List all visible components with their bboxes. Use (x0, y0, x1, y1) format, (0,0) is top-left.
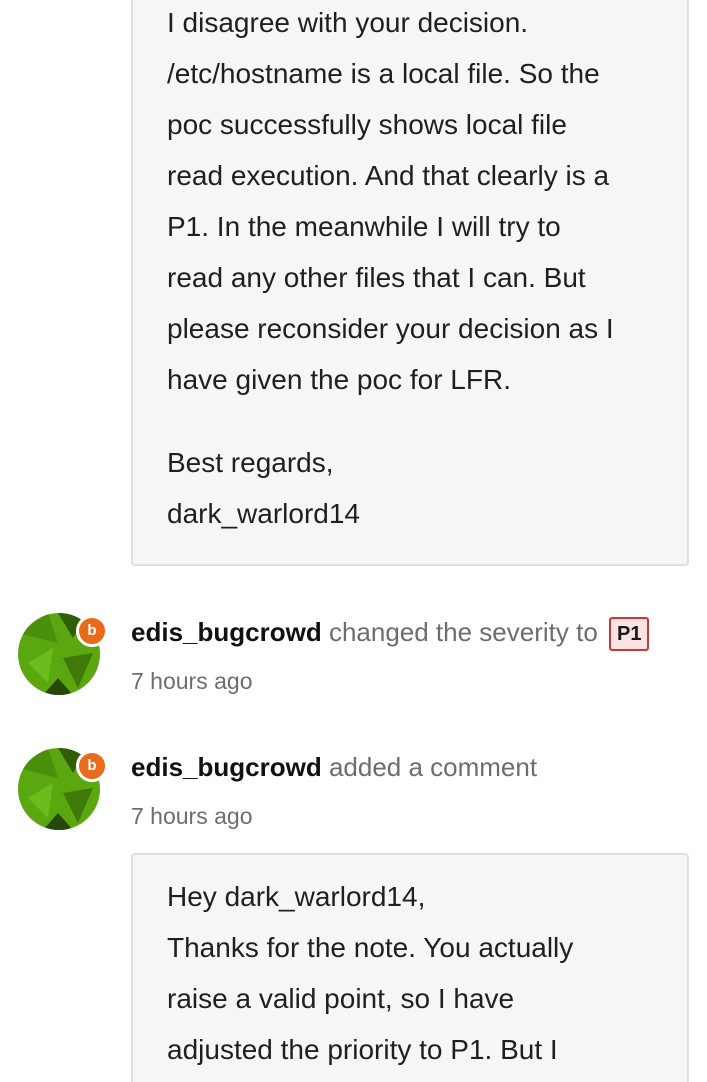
event-timestamp[interactable]: 7 hours ago (131, 803, 252, 830)
comment-line: Thanks for the note. You actually (167, 932, 574, 963)
comment-line: read execution. And that clearly is a (167, 160, 610, 191)
severity-badge: P1 (609, 617, 650, 652)
event-description: edis_bugcrowd added a comment (131, 752, 537, 783)
activity-feed: I disagree with your decision. /etc/host… (0, 0, 707, 1082)
comment-line: /etc/hostname is a local file. So the (167, 58, 600, 89)
comment-signoff: Best regards, (167, 447, 334, 478)
username-link[interactable]: edis_bugcrowd (131, 617, 322, 647)
comment-line: P1. In the meanwhile I will try to (167, 211, 561, 242)
comment-body-dark-warlord14: I disagree with your decision. /etc/host… (131, 0, 689, 566)
comment-line: Hey dark_warlord14, (167, 881, 426, 912)
bugcrowd-badge-icon: b (76, 750, 108, 782)
comment-line: adjusted the priority to P1. But I (167, 1034, 558, 1065)
comment-line: read any other files that I can. But (167, 262, 586, 293)
comment-line: have given the poc for LFR. (167, 364, 511, 395)
comment-signoff-name: dark_warlord14 (167, 498, 360, 529)
comment-line: poc successfully shows local file (167, 109, 567, 140)
event-action: added a comment (328, 752, 538, 782)
event-action: changed the severity to (328, 617, 598, 647)
event-timestamp[interactable]: 7 hours ago (131, 668, 252, 695)
bugcrowd-badge-icon: b (76, 615, 108, 647)
activity-event-comment-added: b edis_bugcrowd added a comment 7 hours … (0, 735, 707, 845)
comment-line: raise a valid point, so I have (167, 983, 515, 1014)
comment-line: please reconsider your decision as I (167, 313, 614, 344)
comment-body-edis-bugcrowd: Hey dark_warlord14, Thanks for the note.… (131, 853, 689, 1082)
activity-event-severity-change: b edis_bugcrowd changed the severity to … (0, 600, 707, 710)
comment-line: I disagree with your decision. (167, 7, 529, 38)
username-link[interactable]: edis_bugcrowd (131, 752, 322, 782)
event-description: edis_bugcrowd changed the severity to P1 (131, 617, 650, 652)
